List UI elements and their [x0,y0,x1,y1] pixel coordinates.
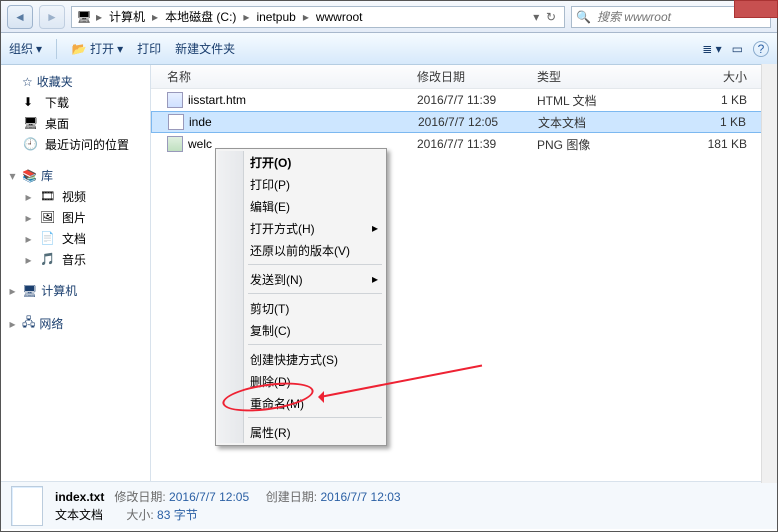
sidebar-network[interactable]: ▸🖧网络 [5,311,146,336]
file-row[interactable]: inde 2016/7/7 12:05文本文档1 KB [151,111,777,133]
organize-button[interactable]: 组织 ▾ [9,40,42,57]
sidebar-favorites[interactable]: ☆收藏夹 [5,71,146,92]
file-icon [167,92,183,108]
file-date: 2016/7/7 11:39 [417,137,537,151]
breadcrumb-dropdown[interactable]: ▾ ↻ [529,10,560,24]
details-pane: index.txt 修改日期: 2016/7/7 12:05 创建日期: 201… [1,481,777,529]
computer-icon: 🖥 [22,284,37,298]
column-headers: 名称 修改日期 类型 大小 [151,65,777,89]
col-size[interactable]: 大小 [637,68,777,85]
context-menu-item[interactable]: 属性(R) [218,421,384,443]
search-icon: 🔍 [576,10,591,24]
file-icon [167,136,183,152]
file-size: 181 KB [637,137,777,151]
computer-icon: 🖥 [76,9,92,25]
file-type: HTML 文档 [537,92,637,109]
breadcrumb-item[interactable]: inetpub [253,10,298,24]
file-date: 2016/7/7 11:39 [417,93,537,107]
nav-forward-button[interactable]: ► [39,5,65,29]
desktop-icon: 🖥 [23,116,39,132]
nav-back-button[interactable]: ◄ [7,5,33,29]
file-name: welc [188,137,212,151]
sidebar-item-recent[interactable]: 🕘最近访问的位置 [5,134,146,155]
preview-pane-button[interactable]: ▭ [732,41,743,57]
star-icon: ☆ [22,75,33,89]
file-size: 1 KB [637,93,777,107]
context-menu-item[interactable]: 还原以前的版本(V) [218,239,384,261]
toolbar: 组织 ▾ 📂打开 ▾ 打印 新建文件夹 ≣ ▾ ▭ ? [1,33,777,65]
file-thumbnail [11,486,43,526]
print-button[interactable]: 打印 [137,40,161,57]
file-row[interactable]: iisstart.htm 2016/7/7 11:39HTML 文档1 KB [151,89,777,111]
col-date[interactable]: 修改日期 [417,68,537,85]
details-filename: index.txt [55,490,104,504]
sidebar-item-desktop[interactable]: 🖥桌面 [5,113,146,134]
new-folder-button[interactable]: 新建文件夹 [175,40,235,57]
file-size: 1 KB [638,115,776,129]
file-type: PNG 图像 [537,136,637,153]
address-bar: ◄ ► 🖥 ▸ 计算机 ▸ 本地磁盘 (C:) ▸ inetpub ▸ wwwr… [1,1,777,33]
sidebar-item-music[interactable]: ▸🎵音乐 [5,249,146,270]
sidebar-item-videos[interactable]: ▸🎞视频 [5,186,146,207]
video-icon: 🎞 [40,189,56,205]
library-icon: 📚 [22,169,37,183]
picture-icon: 🖼 [40,210,56,226]
open-button[interactable]: 📂打开 ▾ [71,40,123,57]
breadcrumb[interactable]: 🖥 ▸ 计算机 ▸ 本地磁盘 (C:) ▸ inetpub ▸ wwwroot … [71,6,565,28]
music-icon: 🎵 [40,252,56,268]
annotation-arrow-head [312,391,324,403]
view-button[interactable]: ≣ ▾ [702,41,721,57]
help-button[interactable]: ? [753,41,769,57]
context-menu-item[interactable]: 打开方式(H)▸ [218,217,384,239]
sidebar-item-documents[interactable]: ▸📄文档 [5,228,146,249]
context-menu-item[interactable]: 发送到(N)▸ [218,268,384,290]
file-name: inde [189,115,212,129]
sidebar-item-downloads[interactable]: ⬇下载 [5,92,146,113]
sidebar: ☆收藏夹 ⬇下载 🖥桌面 🕘最近访问的位置 ▾📚库 ▸🎞视频 ▸🖼图片 ▸📄文档… [1,65,151,481]
col-name[interactable]: 名称 [167,68,417,85]
context-menu-item[interactable]: 复制(C) [218,319,384,341]
sidebar-computer[interactable]: ▸🖥计算机 [5,280,146,301]
context-menu-item[interactable]: 创建快捷方式(S) [218,348,384,370]
context-menu-item[interactable]: 编辑(E) [218,195,384,217]
document-icon: 📄 [40,231,56,247]
details-filetype: 文本文档 [55,508,103,522]
breadcrumb-item[interactable]: 计算机 [106,8,148,25]
file-icon [168,114,184,130]
sidebar-item-pictures[interactable]: ▸🖼图片 [5,207,146,228]
file-date: 2016/7/7 12:05 [418,115,538,129]
context-menu-item[interactable]: 剪切(T) [218,297,384,319]
scrollbar[interactable] [761,64,777,483]
window-close-button[interactable] [734,0,778,18]
file-type: 文本文档 [538,114,638,131]
network-icon: 🖧 [22,313,35,334]
breadcrumb-item[interactable]: wwwroot [313,10,366,24]
file-name: iisstart.htm [188,93,246,107]
context-menu-item[interactable]: 打印(P) [218,173,384,195]
context-menu-item[interactable]: 打开(O) [218,151,384,173]
col-type[interactable]: 类型 [537,68,637,85]
recent-icon: 🕘 [23,137,39,153]
sidebar-libraries[interactable]: ▾📚库 [5,165,146,186]
breadcrumb-item[interactable]: 本地磁盘 (C:) [162,8,239,25]
download-icon: ⬇ [23,95,39,111]
open-icon: 📂 [71,41,87,57]
